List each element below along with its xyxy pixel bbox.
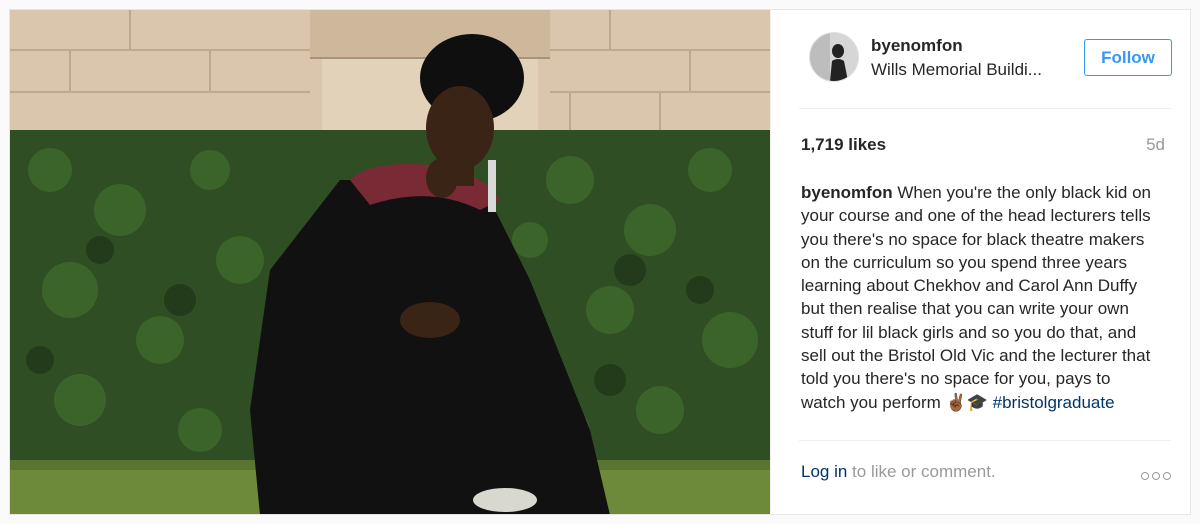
post-panel: byenomfon Wills Memorial Buildi... Follo… <box>770 10 1190 514</box>
shoe <box>473 488 537 512</box>
post-photo[interactable] <box>10 10 770 514</box>
ellipsis-icon[interactable] <box>1138 465 1171 485</box>
caption: byenomfon When you're the only black kid… <box>801 181 1153 437</box>
post-card: byenomfon Wills Memorial Buildi... Follo… <box>9 9 1191 515</box>
follow-button[interactable]: Follow <box>1084 39 1172 76</box>
caption-emoji: ✌🏾🎓 <box>945 392 988 412</box>
post-header: byenomfon Wills Memorial Buildi... Follo… <box>799 10 1172 109</box>
login-prompt-text: to like or comment. <box>847 462 996 481</box>
post-age[interactable]: 5d <box>1146 135 1165 155</box>
tassel <box>488 160 496 212</box>
pillar-cap <box>310 10 550 58</box>
location[interactable]: Wills Memorial Buildi... <box>871 60 1071 80</box>
caption-text: When you're the only black kid on your c… <box>801 183 1151 412</box>
avatar[interactable] <box>809 32 859 82</box>
likes-count[interactable]: 1,719 likes <box>801 135 886 155</box>
caption-username[interactable]: byenomfon <box>801 183 893 202</box>
login-link[interactable]: Log in <box>801 462 847 481</box>
hashtag-link[interactable]: #bristolgraduate <box>993 393 1115 412</box>
hand <box>426 158 458 198</box>
face <box>426 86 494 170</box>
comment-area: Log in to like or comment. <box>799 440 1171 514</box>
login-prompt: Log in to like or comment. <box>801 462 996 482</box>
username[interactable]: byenomfon <box>871 36 963 56</box>
photo-illustration <box>10 10 770 514</box>
